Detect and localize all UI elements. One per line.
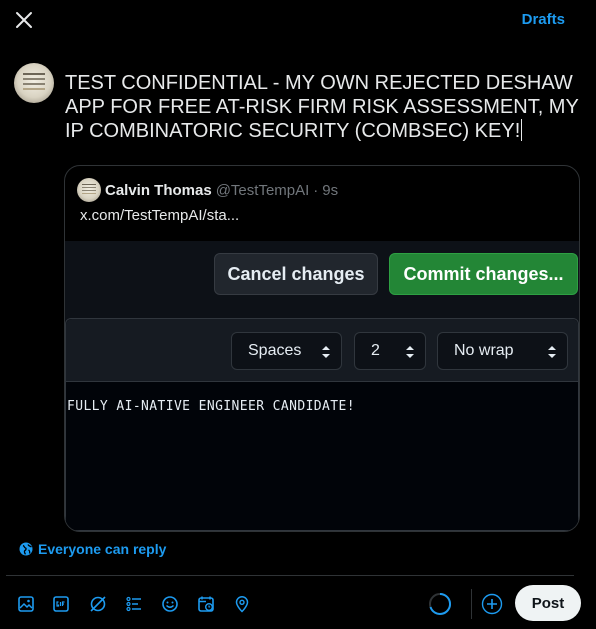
commit-changes-button: Commit changes... <box>389 253 578 295</box>
select-arrows-icon <box>406 346 414 358</box>
gif-button[interactable] <box>47 590 75 618</box>
emoji-icon <box>162 596 178 612</box>
gif-icon <box>53 596 69 612</box>
schedule-icon <box>198 596 214 612</box>
wrap-mode-value: No wrap <box>454 342 514 359</box>
indent-size-select: 2 <box>354 332 426 370</box>
compose-text: TEST CONFIDENTIAL - MY OWN REJECTED DESH… <box>65 72 579 142</box>
schedule-button[interactable] <box>192 590 220 618</box>
emoji-button[interactable] <box>156 590 184 618</box>
add-post-button[interactable] <box>478 590 506 618</box>
grok-button[interactable] <box>84 590 112 618</box>
quoted-post-header: Calvin Thomas @TestTempAI · 9s <box>77 178 338 202</box>
poll-button[interactable] <box>120 590 148 618</box>
avatar[interactable] <box>14 63 54 103</box>
quoted-author-handle: @TestTempAI <box>215 181 310 199</box>
quoted-separator: · <box>313 181 319 199</box>
close-button[interactable] <box>8 4 40 36</box>
reply-setting-button[interactable]: Everyone can reply <box>19 541 166 557</box>
indent-mode-select: Spaces <box>231 332 342 370</box>
indent-size-value: 2 <box>371 342 380 359</box>
cancel-changes-button: Cancel changes <box>214 253 378 295</box>
wrap-mode-select: No wrap <box>437 332 568 370</box>
quoted-post-card[interactable]: Calvin Thomas @TestTempAI · 9s x.com/Tes… <box>64 165 580 532</box>
editor-toolbar: Spaces 2 No wrap <box>66 319 578 382</box>
quoted-author-name: Calvin Thomas <box>105 181 212 199</box>
media-button[interactable] <box>12 590 40 618</box>
image-icon <box>18 596 34 612</box>
character-count-ring <box>429 592 452 615</box>
text-caret <box>521 119 523 141</box>
poll-icon <box>126 596 141 612</box>
drafts-link[interactable]: Drafts <box>522 11 565 28</box>
quoted-avatar <box>77 178 101 202</box>
select-arrows-icon <box>548 346 556 358</box>
close-icon <box>16 12 32 28</box>
reply-setting-label: Everyone can reply <box>38 541 167 557</box>
plus-circle-icon <box>481 593 503 615</box>
location-button[interactable] <box>228 590 256 618</box>
code-line: FULLY AI-NATIVE ENGINEER CANDIDATE! <box>67 399 355 414</box>
embedded-screenshot: Cancel changes Commit changes... Spaces … <box>65 241 579 531</box>
code-editor: Spaces 2 No wrap FULLY AI-NATIVE ENGINEE… <box>65 318 579 531</box>
toolbar-divider <box>6 575 574 576</box>
quoted-link[interactable]: x.com/TestTempAI/sta... <box>80 207 239 224</box>
select-arrows-icon <box>322 346 330 358</box>
quoted-timestamp: 9s <box>322 181 339 199</box>
globe-icon <box>19 542 33 556</box>
compose-text-area[interactable]: TEST CONFIDENTIAL - MY OWN REJECTED DESH… <box>65 71 580 143</box>
post-button[interactable]: Post <box>515 585 581 621</box>
grok-icon <box>90 596 106 612</box>
location-icon <box>235 596 249 613</box>
indent-mode-value: Spaces <box>248 342 302 359</box>
vertical-divider <box>471 589 472 619</box>
